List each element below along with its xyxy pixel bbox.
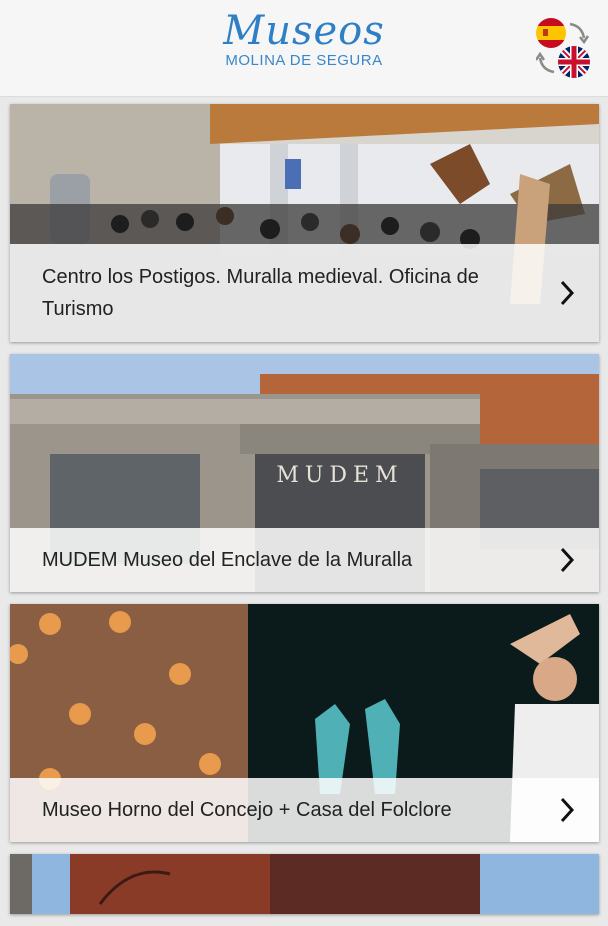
language-switch-button[interactable] — [536, 18, 590, 78]
chevron-right-icon — [560, 547, 575, 573]
museum-title: MUDEM Museo del Enclave de la Muralla — [42, 549, 413, 571]
museum-list: Centro los Postigos. Muralla medieval. O… — [10, 104, 599, 926]
museum-title: Museo Horno del Concejo + Casa del Folcl… — [42, 799, 452, 821]
museum-card-partial[interactable] — [10, 854, 599, 914]
logo-subtitle: MOLINA DE SEGURA — [225, 52, 383, 69]
chevron-right-icon — [560, 797, 575, 823]
museum-card-horno[interactable]: Museo Horno del Concejo + Casa del Folcl… — [10, 604, 599, 842]
mudem-sign-text: MUDEM — [276, 463, 403, 488]
uk-flag-icon — [558, 46, 590, 78]
app-header: Museos MOLINA DE SEGURA — [0, 0, 608, 97]
museum-card-postigos[interactable]: Centro los Postigos. Muralla medieval. O… — [10, 104, 599, 342]
museum-photo-partial — [10, 854, 599, 914]
museum-title: Centro los Postigos. Muralla medieval. O… — [42, 266, 479, 320]
logo-script-text: Museos — [223, 8, 385, 54]
museum-card-mudem[interactable]: MUDEM MUDEM Museo del Enclave de la Mura… — [10, 354, 599, 592]
museum-caption: Museo Horno del Concejo + Casa del Folcl… — [10, 778, 599, 842]
chevron-right-icon — [560, 280, 575, 306]
museum-caption: MUDEM Museo del Enclave de la Muralla — [10, 528, 599, 592]
app-logo: Museos MOLINA DE SEGURA — [0, 8, 608, 69]
museum-caption: Centro los Postigos. Muralla medieval. O… — [10, 244, 599, 342]
